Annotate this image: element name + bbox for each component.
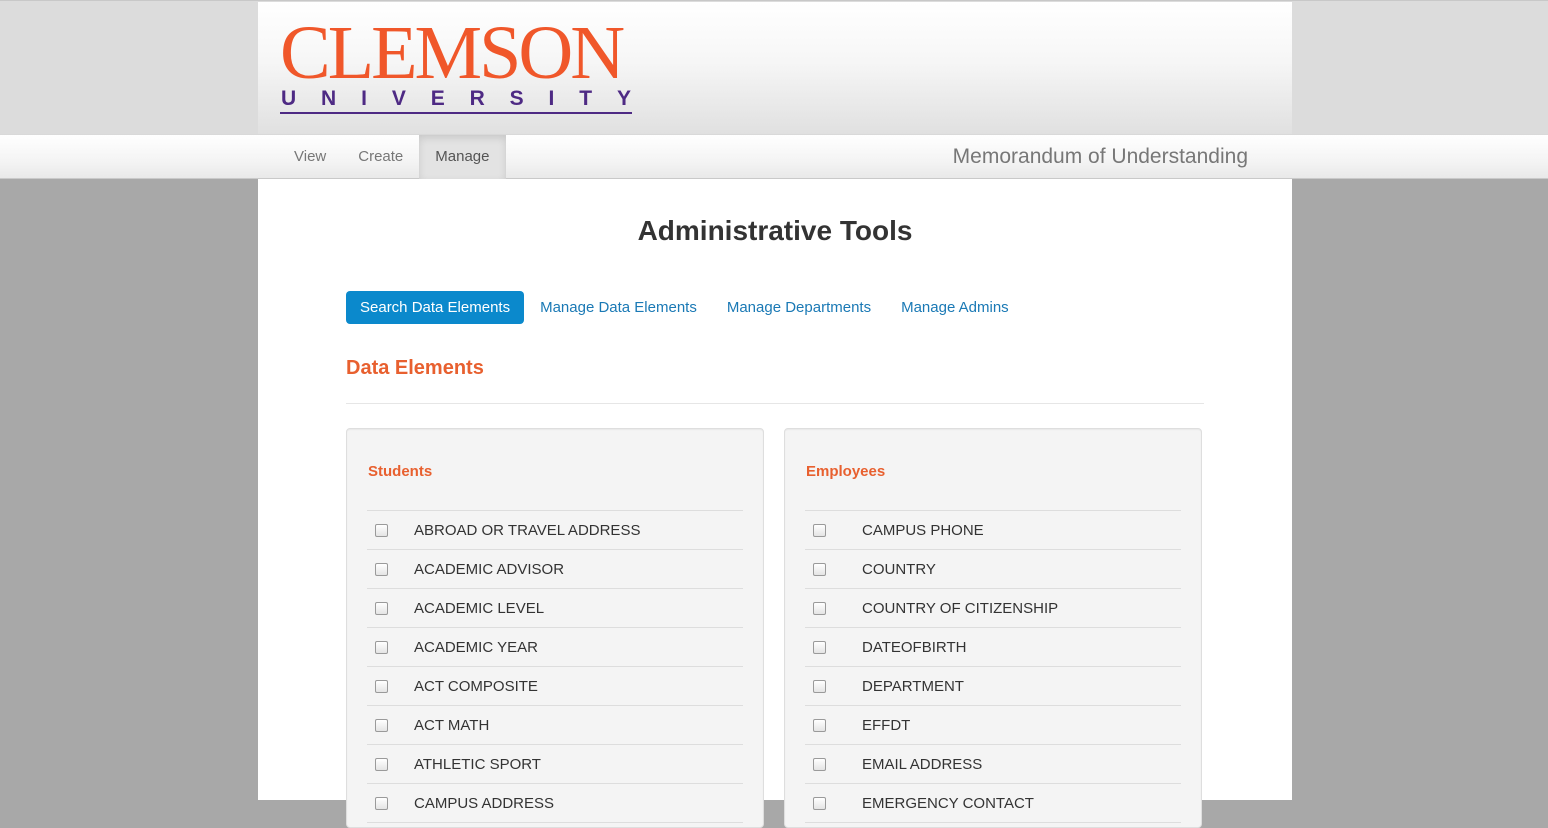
employees-list: CAMPUS PHONE COUNTRY COUNTRY OF CITIZENS… (805, 510, 1181, 823)
nav-menu: View Create Manage (278, 135, 506, 179)
clemson-logo[interactable]: CLEMSON U N I V E R S I T Y (280, 11, 636, 116)
list-item: EFFDT (805, 706, 1181, 745)
tab-search-data-elements[interactable]: Search Data Elements (346, 291, 525, 324)
list-item-label: ACADEMIC ADVISOR (414, 560, 565, 578)
list-item-label: EMERGENCY CONTACT (862, 794, 1034, 812)
logo-subtitle: U N I V E R S I T Y (281, 88, 631, 110)
logo-letter: U (281, 87, 297, 110)
list-item-label: EFFDT (862, 716, 911, 734)
checkbox[interactable] (813, 601, 826, 615)
list-item: ACT MATH (367, 706, 743, 745)
checkbox[interactable] (375, 562, 388, 576)
list-item-label: CAMPUS PHONE (862, 521, 984, 539)
logo-letter: R (469, 87, 485, 110)
list-item-label: DEPARTMENT (862, 677, 964, 695)
list-item-label: ATHLETIC SPORT (414, 755, 541, 773)
list-item: DEPARTMENT (805, 667, 1181, 706)
panel-heading-students: Students (368, 463, 433, 480)
list-item: ATHLETIC SPORT (367, 745, 743, 784)
logo-letter: S (509, 87, 524, 110)
list-item: DATEOFBIRTH (805, 628, 1181, 667)
list-item: COUNTRY OF CITIZENSHIP (805, 589, 1181, 628)
students-panel: Students ABROAD OR TRAVEL ADDRESS ACADEM… (346, 428, 764, 828)
list-item-label: ABROAD OR TRAVEL ADDRESS (414, 521, 641, 539)
nav-item-create[interactable]: Create (342, 135, 419, 179)
list-item: ACADEMIC LEVEL (367, 589, 743, 628)
list-item: COUNTRY (805, 550, 1181, 589)
list-item-label: EMAIL ADDRESS (862, 755, 983, 773)
logo-underline (280, 112, 632, 114)
logo-letter: I (361, 87, 367, 110)
logo-wordmark: CLEMSON (280, 11, 625, 95)
logo-letter: V (391, 87, 406, 110)
checkbox[interactable] (813, 796, 826, 810)
checkbox[interactable] (813, 757, 826, 771)
checkbox[interactable] (375, 679, 388, 693)
section-title: Data Elements (346, 357, 484, 379)
list-item-label: ACADEMIC LEVEL (414, 599, 545, 617)
logo-letter: E (430, 87, 445, 110)
list-item: ACT COMPOSITE (367, 667, 743, 706)
checkbox[interactable] (375, 718, 388, 732)
list-item: ACADEMIC ADVISOR (367, 550, 743, 589)
panel-heading-employees: Employees (806, 463, 886, 480)
header-band: CLEMSON U N I V E R S I T Y (0, 0, 1548, 135)
checkbox[interactable] (813, 718, 826, 732)
checkbox[interactable] (375, 796, 388, 810)
checkbox[interactable] (813, 640, 826, 654)
logo-letter: I (548, 87, 555, 110)
checkbox[interactable] (813, 679, 826, 693)
header: CLEMSON U N I V E R S I T Y (258, 2, 1292, 135)
list-item: CAMPUS PHONE (805, 511, 1181, 550)
employees-panel: Employees CAMPUS PHONE COUNTRY COUNTRY O… (784, 428, 1202, 828)
logo-letter: N (321, 87, 337, 110)
list-item: CAMPUS ADDRESS (367, 784, 743, 823)
students-list: ABROAD OR TRAVEL ADDRESS ACADEMIC ADVISO… (367, 510, 743, 823)
list-item-label: ACT COMPOSITE (414, 677, 538, 695)
list-item: EMERGENCY CONTACT (805, 784, 1181, 823)
tab-manage-data-elements[interactable]: Manage Data Elements (526, 291, 711, 324)
page-title: Administrative Tools (637, 215, 913, 246)
checkbox[interactable] (813, 523, 826, 537)
list-item-label: DATEOFBIRTH (862, 638, 967, 656)
list-item-label: ACADEMIC YEAR (414, 638, 538, 656)
tab-manage-admins[interactable]: Manage Admins (887, 291, 1023, 324)
navbar: View Create Manage Memorandum of Underst… (0, 134, 1548, 179)
list-item: ABROAD OR TRAVEL ADDRESS (367, 511, 743, 550)
checkbox[interactable] (375, 640, 388, 654)
list-item-label: COUNTRY (862, 560, 936, 578)
main-content: Administrative Tools Search Data Element… (258, 179, 1292, 828)
admin-tabs: Search Data Elements Manage Data Element… (346, 291, 1025, 324)
tab-manage-departments[interactable]: Manage Departments (713, 291, 885, 324)
logo-letter: Y (616, 87, 631, 110)
list-item-label: CAMPUS ADDRESS (414, 794, 555, 812)
checkbox[interactable] (375, 523, 388, 537)
list-item: ACADEMIC YEAR (367, 628, 743, 667)
checkbox[interactable] (813, 562, 826, 576)
list-item-label: ACT MATH (414, 716, 490, 734)
list-item-label: COUNTRY OF CITIZENSHIP (862, 599, 1059, 617)
divider (346, 403, 1204, 404)
checkbox[interactable] (375, 601, 388, 615)
logo-letter: T (579, 87, 593, 110)
checkbox[interactable] (375, 757, 388, 771)
nav-item-manage[interactable]: Manage (419, 135, 506, 179)
nav-item-view[interactable]: View (278, 135, 342, 179)
app-title[interactable]: Memorandum of Understanding (953, 135, 1248, 179)
list-item: EMAIL ADDRESS (805, 745, 1181, 784)
